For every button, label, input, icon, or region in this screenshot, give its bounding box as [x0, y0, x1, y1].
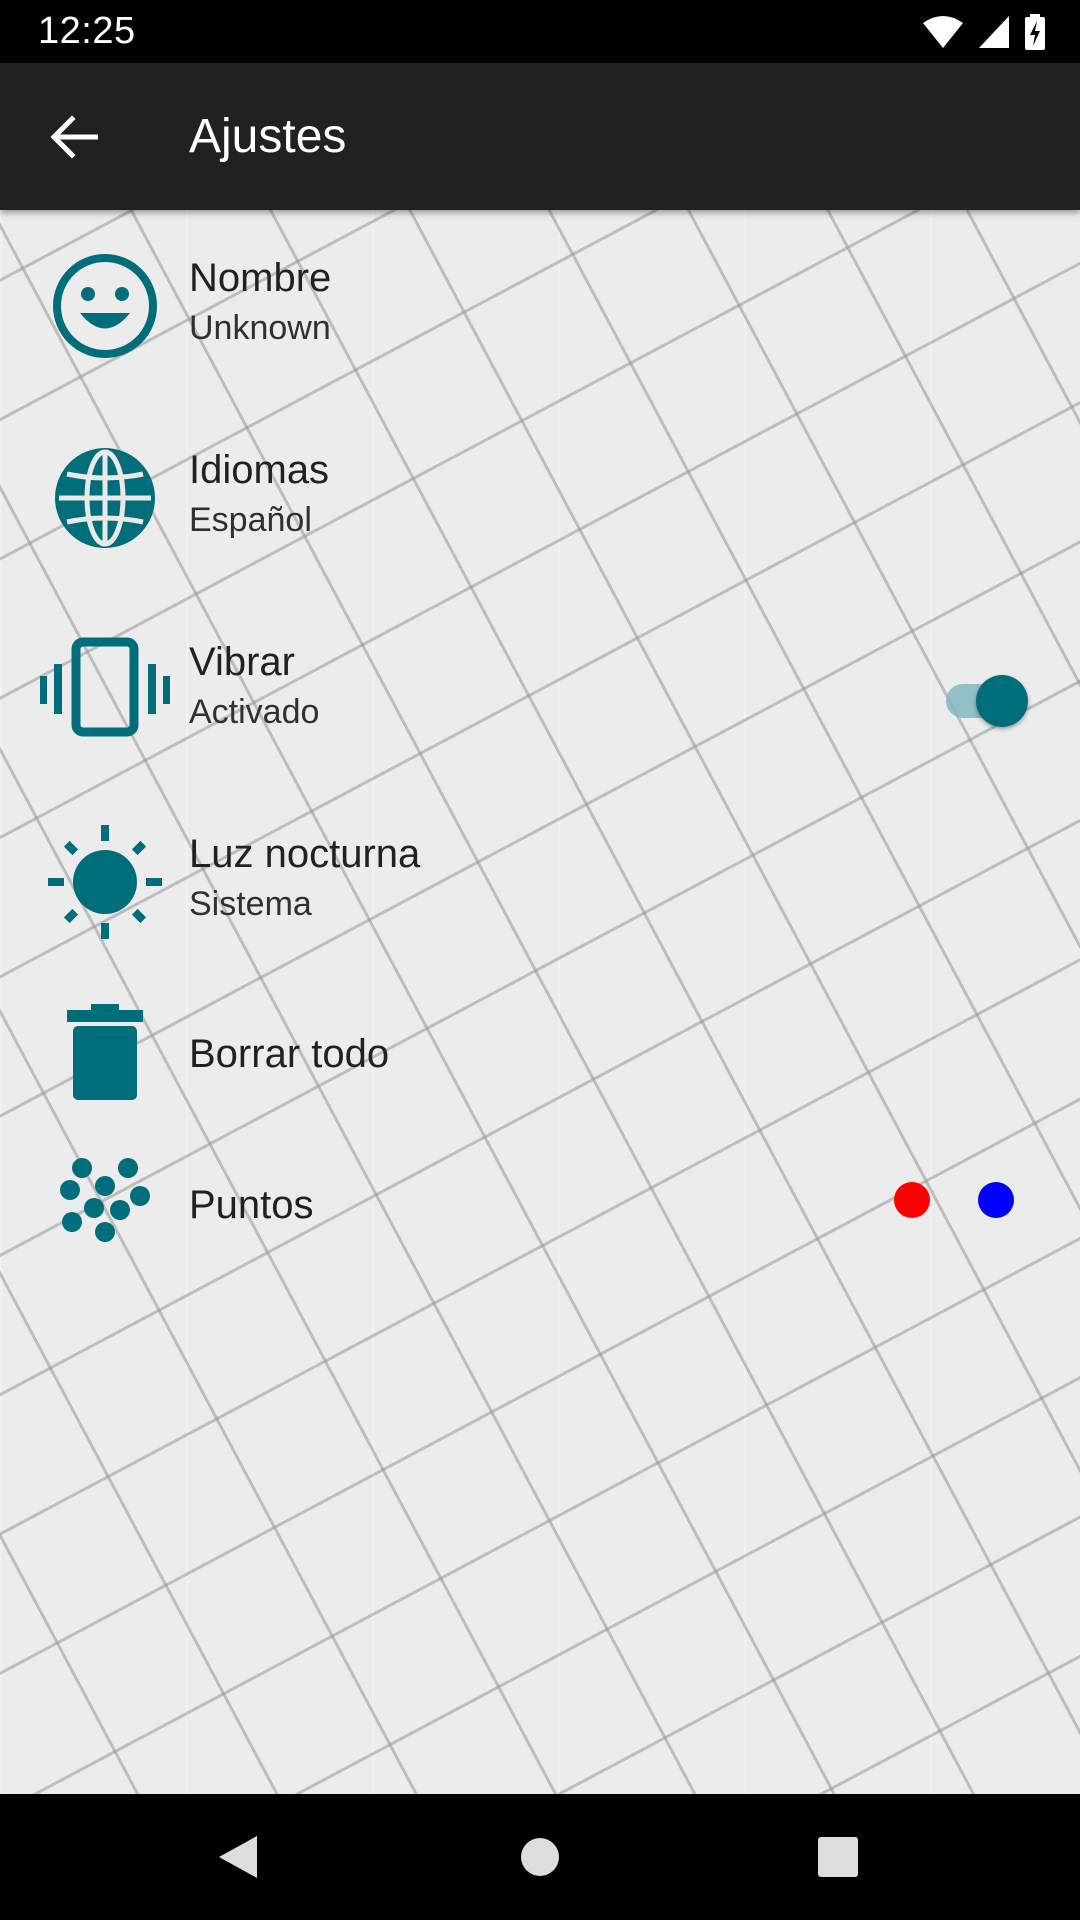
arrow-back-icon [50, 114, 98, 159]
signal-icon [979, 15, 1009, 48]
toggle-thumb [976, 675, 1028, 727]
color-dot-red[interactable] [894, 1182, 930, 1218]
circle-home-icon [521, 1838, 559, 1876]
setting-nombre[interactable]: Nombre Unknown [0, 210, 1080, 402]
setting-puntos-text: Puntos [189, 1181, 314, 1229]
vibrar-toggle[interactable] [944, 668, 1028, 728]
setting-luz-text: Luz nocturna Sistema [189, 830, 420, 926]
settings-list: Nombre Unknown Idiomas Español Vibrar Ac… [0, 210, 1080, 1794]
setting-vibrar-text: Vibrar Activado [189, 638, 319, 734]
setting-nombre-text: Nombre Unknown [189, 254, 331, 350]
setting-vibrar[interactable]: Vibrar Activado [0, 594, 1080, 786]
back-button[interactable] [0, 63, 148, 210]
nav-recents-button[interactable] [800, 1819, 876, 1895]
status-icons [922, 13, 1046, 50]
triangle-back-icon [219, 1836, 257, 1878]
setting-title: Nombre [189, 256, 332, 300]
vibrate-icon [36, 621, 174, 759]
page-title: Ajustes [189, 110, 347, 163]
setting-subtitle: Sistema [189, 885, 312, 923]
setting-borrar-text: Borrar todo [189, 1030, 389, 1078]
app-bar: Ajustes [0, 63, 1080, 210]
setting-luz-nocturna[interactable]: Luz nocturna Sistema [0, 786, 1080, 978]
color-dot-blue[interactable] [978, 1182, 1014, 1218]
setting-subtitle: Activado [189, 693, 320, 731]
status-time: 12:25 [38, 10, 136, 52]
trash-icon [36, 983, 174, 1121]
setting-idiomas[interactable]: Idiomas Español [0, 402, 1080, 594]
globe-icon [36, 429, 174, 567]
dots-icon [36, 1132, 174, 1270]
navigation-bar [0, 1794, 1080, 1920]
setting-title: Vibrar [189, 640, 295, 684]
setting-puntos[interactable]: Puntos [0, 1126, 1080, 1276]
battery-icon [1025, 13, 1045, 50]
square-recents-icon [818, 1837, 858, 1877]
setting-borrar-todo[interactable]: Borrar todo [0, 978, 1080, 1126]
wifi-icon [923, 15, 963, 48]
setting-subtitle: Unknown [189, 309, 331, 347]
nav-back-button[interactable] [200, 1819, 276, 1895]
status-bar: 12:25 [0, 0, 1080, 63]
setting-title: Luz nocturna [189, 832, 421, 876]
setting-title: Idiomas [189, 448, 330, 492]
setting-subtitle: Español [189, 501, 312, 539]
smiley-icon [36, 237, 174, 375]
setting-title: Puntos [189, 1183, 314, 1227]
brightness-icon [36, 813, 174, 951]
nav-home-button[interactable] [502, 1819, 578, 1895]
setting-idiomas-text: Idiomas Español [189, 446, 329, 542]
setting-title: Borrar todo [189, 1032, 390, 1076]
